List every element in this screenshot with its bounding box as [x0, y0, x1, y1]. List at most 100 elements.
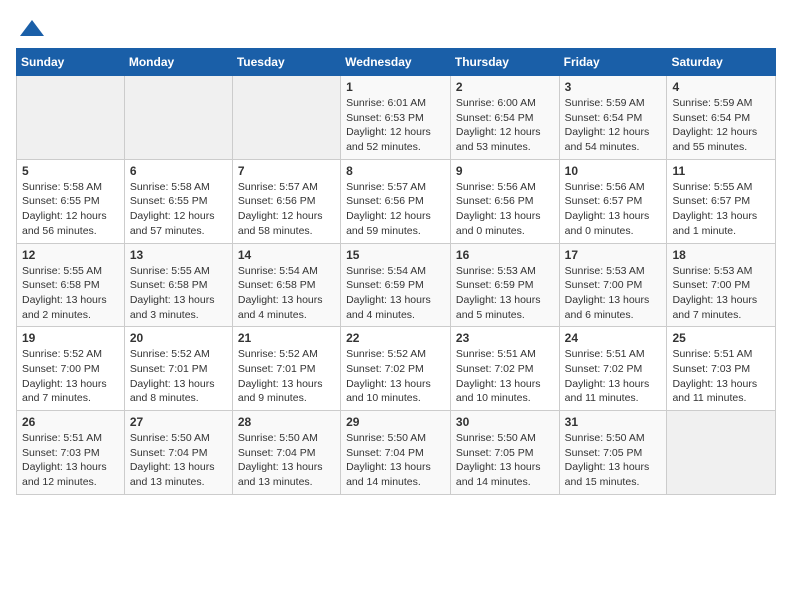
day-info: Sunrise: 5:52 AM Sunset: 7:02 PM Dayligh… [346, 347, 445, 406]
day-number: 4 [672, 80, 770, 94]
weekday-friday: Friday [559, 49, 667, 76]
week-row-1: 5 Sunrise: 5:58 AM Sunset: 6:55 PM Daylig… [17, 159, 776, 243]
day-info: Sunrise: 5:52 AM Sunset: 7:01 PM Dayligh… [130, 347, 227, 406]
day-info: Sunrise: 5:58 AM Sunset: 6:55 PM Dayligh… [130, 180, 227, 239]
week-row-3: 19Sunrise: 5:52 AM Sunset: 7:00 PM Dayli… [17, 327, 776, 411]
day-number: 6 [130, 164, 227, 178]
day-cell: 25Sunrise: 5:51 AM Sunset: 7:03 PM Dayli… [667, 327, 776, 411]
day-info: Sunrise: 5:54 AM Sunset: 6:58 PM Dayligh… [238, 264, 335, 323]
day-number: 16 [456, 248, 554, 262]
day-info: Sunrise: 5:57 AM Sunset: 6:56 PM Dayligh… [238, 180, 335, 239]
day-cell: 19Sunrise: 5:52 AM Sunset: 7:00 PM Dayli… [17, 327, 125, 411]
day-info: Sunrise: 5:56 AM Sunset: 6:56 PM Dayligh… [456, 180, 554, 239]
day-cell: 9 Sunrise: 5:56 AM Sunset: 6:56 PM Daylig… [450, 159, 559, 243]
weekday-tuesday: Tuesday [232, 49, 340, 76]
day-info: Sunrise: 5:56 AM Sunset: 6:57 PM Dayligh… [565, 180, 662, 239]
day-cell [232, 76, 340, 160]
day-number: 31 [565, 415, 662, 429]
weekday-sunday: Sunday [17, 49, 125, 76]
day-number: 28 [238, 415, 335, 429]
day-cell: 26Sunrise: 5:51 AM Sunset: 7:03 PM Dayli… [17, 411, 125, 495]
day-cell [667, 411, 776, 495]
week-row-0: 1Sunrise: 6:01 AM Sunset: 6:53 PM Daylig… [17, 76, 776, 160]
day-cell: 27 Sunrise: 5:50 AM Sunset: 7:04 PM Dayli… [124, 411, 232, 495]
day-cell: 14Sunrise: 5:54 AM Sunset: 6:58 PM Dayli… [232, 243, 340, 327]
day-info: Sunrise: 5:50 AM Sunset: 7:05 PM Dayligh… [456, 431, 554, 490]
day-number: 9 [456, 164, 554, 178]
day-number: 11 [672, 164, 770, 178]
day-cell: 28 Sunrise: 5:50 AM Sunset: 7:04 PM Dayli… [232, 411, 340, 495]
day-number: 27 [130, 415, 227, 429]
day-info: Sunrise: 5:52 AM Sunset: 7:01 PM Dayligh… [238, 347, 335, 406]
day-info: Sunrise: 5:50 AM Sunset: 7:04 PM Dayligh… [130, 431, 227, 490]
day-number: 5 [22, 164, 119, 178]
day-number: 20 [130, 331, 227, 345]
day-info: Sunrise: 5:58 AM Sunset: 6:55 PM Dayligh… [22, 180, 119, 239]
day-info: Sunrise: 5:59 AM Sunset: 6:54 PM Dayligh… [565, 96, 662, 155]
day-info: Sunrise: 5:55 AM Sunset: 6:58 PM Dayligh… [130, 264, 227, 323]
day-info: Sunrise: 5:55 AM Sunset: 6:57 PM Dayligh… [672, 180, 770, 239]
day-cell: 6 Sunrise: 5:58 AM Sunset: 6:55 PM Daylig… [124, 159, 232, 243]
day-cell: 29 Sunrise: 5:50 AM Sunset: 7:04 PM Dayli… [341, 411, 451, 495]
day-number: 23 [456, 331, 554, 345]
day-number: 18 [672, 248, 770, 262]
day-info: Sunrise: 5:50 AM Sunset: 7:04 PM Dayligh… [238, 431, 335, 490]
day-cell [124, 76, 232, 160]
day-cell [17, 76, 125, 160]
weekday-monday: Monday [124, 49, 232, 76]
week-row-4: 26Sunrise: 5:51 AM Sunset: 7:03 PM Dayli… [17, 411, 776, 495]
day-cell: 4 Sunrise: 5:59 AM Sunset: 6:54 PM Daylig… [667, 76, 776, 160]
week-row-2: 12 Sunrise: 5:55 AM Sunset: 6:58 PM Dayli… [17, 243, 776, 327]
day-info: Sunrise: 5:53 AM Sunset: 7:00 PM Dayligh… [672, 264, 770, 323]
day-cell: 17Sunrise: 5:53 AM Sunset: 7:00 PM Dayli… [559, 243, 667, 327]
day-cell: 3 Sunrise: 5:59 AM Sunset: 6:54 PM Daylig… [559, 76, 667, 160]
weekday-thursday: Thursday [450, 49, 559, 76]
day-number: 29 [346, 415, 445, 429]
day-number: 12 [22, 248, 119, 262]
day-cell: 20 Sunrise: 5:52 AM Sunset: 7:01 PM Dayli… [124, 327, 232, 411]
day-cell: 2Sunrise: 6:00 AM Sunset: 6:54 PM Daylig… [450, 76, 559, 160]
day-number: 13 [130, 248, 227, 262]
day-info: Sunrise: 5:59 AM Sunset: 6:54 PM Dayligh… [672, 96, 770, 155]
day-info: Sunrise: 5:54 AM Sunset: 6:59 PM Dayligh… [346, 264, 445, 323]
day-cell: 30 Sunrise: 5:50 AM Sunset: 7:05 PM Dayli… [450, 411, 559, 495]
day-number: 25 [672, 331, 770, 345]
day-number: 3 [565, 80, 662, 94]
calendar-body: 1Sunrise: 6:01 AM Sunset: 6:53 PM Daylig… [17, 76, 776, 495]
day-number: 8 [346, 164, 445, 178]
logo [16, 16, 44, 40]
day-cell: 15 Sunrise: 5:54 AM Sunset: 6:59 PM Dayli… [341, 243, 451, 327]
day-info: Sunrise: 5:51 AM Sunset: 7:03 PM Dayligh… [22, 431, 119, 490]
day-cell: 10 Sunrise: 5:56 AM Sunset: 6:57 PM Dayli… [559, 159, 667, 243]
day-number: 15 [346, 248, 445, 262]
logo-icon [20, 16, 44, 40]
day-number: 22 [346, 331, 445, 345]
day-info: Sunrise: 5:50 AM Sunset: 7:04 PM Dayligh… [346, 431, 445, 490]
day-cell: 31 Sunrise: 5:50 AM Sunset: 7:05 PM Dayli… [559, 411, 667, 495]
day-info: Sunrise: 5:53 AM Sunset: 6:59 PM Dayligh… [456, 264, 554, 323]
day-cell: 5 Sunrise: 5:58 AM Sunset: 6:55 PM Daylig… [17, 159, 125, 243]
day-cell: 18 Sunrise: 5:53 AM Sunset: 7:00 PM Dayli… [667, 243, 776, 327]
day-number: 10 [565, 164, 662, 178]
day-info: Sunrise: 5:55 AM Sunset: 6:58 PM Dayligh… [22, 264, 119, 323]
day-number: 1 [346, 80, 445, 94]
day-number: 30 [456, 415, 554, 429]
day-number: 24 [565, 331, 662, 345]
day-number: 2 [456, 80, 554, 94]
calendar-header: SundayMondayTuesdayWednesdayThursdayFrid… [17, 49, 776, 76]
day-number: 7 [238, 164, 335, 178]
day-cell: 12 Sunrise: 5:55 AM Sunset: 6:58 PM Dayli… [17, 243, 125, 327]
day-info: Sunrise: 5:51 AM Sunset: 7:02 PM Dayligh… [456, 347, 554, 406]
day-info: Sunrise: 5:57 AM Sunset: 6:56 PM Dayligh… [346, 180, 445, 239]
day-cell: 1Sunrise: 6:01 AM Sunset: 6:53 PM Daylig… [341, 76, 451, 160]
calendar: SundayMondayTuesdayWednesdayThursdayFrid… [16, 48, 776, 495]
weekday-saturday: Saturday [667, 49, 776, 76]
day-info: Sunrise: 5:50 AM Sunset: 7:05 PM Dayligh… [565, 431, 662, 490]
weekday-wednesday: Wednesday [341, 49, 451, 76]
day-cell: 23 Sunrise: 5:51 AM Sunset: 7:02 PM Dayli… [450, 327, 559, 411]
day-number: 19 [22, 331, 119, 345]
day-cell: 7 Sunrise: 5:57 AM Sunset: 6:56 PM Daylig… [232, 159, 340, 243]
day-cell: 13 Sunrise: 5:55 AM Sunset: 6:58 PM Dayli… [124, 243, 232, 327]
day-number: 17 [565, 248, 662, 262]
day-number: 21 [238, 331, 335, 345]
